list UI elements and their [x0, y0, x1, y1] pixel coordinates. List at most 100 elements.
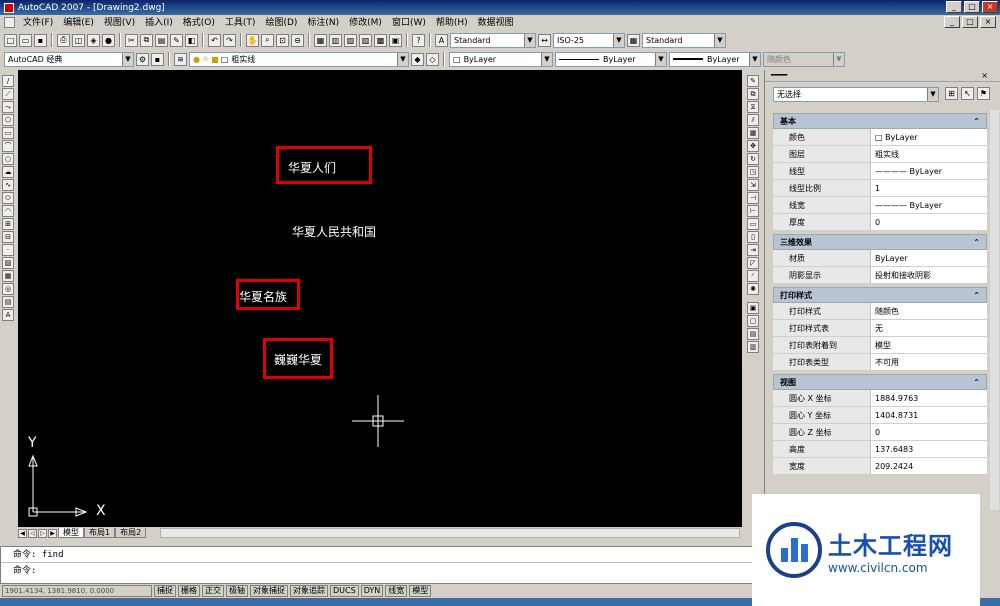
circle-icon[interactable]: ○: [2, 153, 14, 165]
calculator-icon[interactable]: ▣: [389, 33, 402, 47]
menu-window[interactable]: 窗口(W): [387, 16, 431, 30]
zoom-previous-icon[interactable]: ⊖: [291, 33, 304, 47]
table-style-select[interactable]: Standard ▼: [642, 32, 726, 48]
drawing-canvas[interactable]: 华夏人们 华夏人民共和国 华夏名族 巍巍华夏 Y X: [18, 70, 742, 528]
line-icon[interactable]: /: [2, 75, 14, 87]
property-row[interactable]: 打印表类型 不可用: [773, 354, 987, 371]
property-value[interactable]: □ ByLayer: [871, 129, 987, 145]
region-icon[interactable]: ◎: [2, 283, 14, 295]
selection-select[interactable]: 无选择 ▼: [773, 87, 939, 102]
workspace-settings-icon[interactable]: ⚙: [136, 52, 149, 66]
help-icon[interactable]: ?: [412, 33, 425, 47]
menu-edit[interactable]: 编辑(E): [58, 16, 99, 30]
canvas-text-2[interactable]: 华夏人民共和国: [292, 223, 376, 240]
property-row[interactable]: 颜色 □ ByLayer: [773, 129, 987, 146]
redo-icon[interactable]: ↷: [223, 33, 236, 47]
snap-toggle[interactable]: 捕捉: [154, 585, 176, 597]
tab-layout2[interactable]: 布局2: [115, 528, 147, 538]
print-icon[interactable]: ⎙: [57, 33, 70, 47]
property-section[interactable]: 视图 ⌃: [773, 374, 987, 390]
property-row[interactable]: 线型比例 1: [773, 180, 987, 197]
array-icon[interactable]: ▦: [747, 127, 759, 139]
break-icon[interactable]: ▯: [747, 231, 759, 243]
copy-icon[interactable]: ⧉: [140, 33, 153, 47]
chevron-down-icon[interactable]: ▼: [749, 52, 760, 66]
property-value[interactable]: 不可用: [871, 354, 987, 370]
property-row[interactable]: 线型 ———— ByLayer: [773, 163, 987, 180]
copy-object-icon[interactable]: ⧉: [747, 88, 759, 100]
chevron-down-icon[interactable]: ▼: [122, 52, 133, 66]
tab-next-icon[interactable]: ▷: [38, 528, 47, 538]
properties-icon[interactable]: ▦: [314, 33, 327, 47]
property-value[interactable]: ByLayer: [871, 250, 987, 266]
grid-toggle[interactable]: 栅格: [178, 585, 200, 597]
text-style-icon[interactable]: A: [435, 33, 448, 47]
paste-icon[interactable]: ▤: [155, 33, 168, 47]
construction-line-icon[interactable]: ⟋: [2, 88, 14, 100]
layer-select[interactable]: ● ☼ ■ □ 粗实线 ▼: [189, 51, 409, 67]
tab-prev-icon[interactable]: ◁: [28, 528, 37, 538]
polyline-icon[interactable]: ⤳: [2, 101, 14, 113]
command-input[interactable]: 命令:: [1, 563, 759, 579]
dim-style-icon[interactable]: ↔: [538, 33, 551, 47]
ellipse-icon[interactable]: ⬭: [2, 192, 14, 204]
property-value[interactable]: 随颜色: [871, 303, 987, 319]
doc-minimize-button[interactable]: _: [944, 16, 960, 28]
minimize-button[interactable]: _: [946, 1, 962, 13]
model-toggle[interactable]: 模型: [409, 585, 432, 597]
select-objects-icon[interactable]: ↖: [961, 87, 974, 100]
tab-layout1[interactable]: 布局1: [84, 528, 116, 538]
collapse-icon[interactable]: ⌃: [973, 288, 980, 304]
menu-tools[interactable]: 工具(T): [220, 16, 261, 30]
move-icon[interactable]: ✥: [747, 140, 759, 152]
menu-view[interactable]: 视图(V): [99, 16, 140, 30]
property-row[interactable]: 图层 粗实线: [773, 146, 987, 163]
property-row[interactable]: 圆心 X 坐标 1884.9763: [773, 390, 987, 407]
document-icon[interactable]: [4, 17, 15, 28]
property-row[interactable]: 宽度 209.2424: [773, 458, 987, 475]
fillet-icon[interactable]: ◜: [747, 270, 759, 282]
preview-icon[interactable]: ◫: [72, 33, 85, 47]
chevron-down-icon[interactable]: ▼: [714, 33, 725, 47]
autocad-app-icon[interactable]: [4, 2, 14, 13]
dim-style-select[interactable]: ISO-25 ▼: [553, 32, 625, 48]
property-value[interactable]: 0: [871, 214, 987, 230]
palette-scrollbar[interactable]: [990, 110, 999, 510]
hatch-icon[interactable]: ▨: [2, 257, 14, 269]
menu-modify[interactable]: 修改(M): [344, 16, 387, 30]
property-value[interactable]: ———— ByLayer: [871, 163, 987, 179]
property-value[interactable]: 1884.9763: [871, 390, 987, 406]
property-row[interactable]: 线宽 ———— ByLayer: [773, 197, 987, 214]
menu-dataview[interactable]: 数据视图: [473, 16, 519, 30]
otrack-toggle[interactable]: 对象追踪: [290, 585, 328, 597]
spline-icon[interactable]: ∿: [2, 179, 14, 191]
trim-icon[interactable]: ⊣: [747, 192, 759, 204]
menu-file[interactable]: 文件(F): [18, 16, 58, 30]
arc-icon[interactable]: ⌒: [2, 140, 14, 152]
close-icon[interactable]: ×: [981, 71, 988, 80]
property-row[interactable]: 阴影显示 投射和接收阴影: [773, 267, 987, 284]
break-point-icon[interactable]: ▭: [747, 218, 759, 230]
markup-icon[interactable]: ▩: [374, 33, 387, 47]
property-value[interactable]: 粗实线: [871, 146, 987, 162]
make-block-icon[interactable]: ⊟: [2, 231, 14, 243]
color-select[interactable]: □ ByLayer ▼: [449, 51, 553, 67]
polar-toggle[interactable]: 极轴: [226, 585, 248, 597]
point-icon[interactable]: ·: [2, 244, 14, 256]
layer-manager-icon[interactable]: ≋: [174, 52, 187, 66]
menu-insert[interactable]: 插入(I): [140, 16, 178, 30]
property-row[interactable]: 圆心 Y 坐标 1404.8731: [773, 407, 987, 424]
property-value[interactable]: 209.2424: [871, 458, 987, 474]
chevron-down-icon[interactable]: ▼: [397, 52, 408, 66]
property-row[interactable]: 厚度 0: [773, 214, 987, 231]
property-row[interactable]: 打印表附着到 模型: [773, 337, 987, 354]
property-row[interactable]: 打印样式 随颜色: [773, 303, 987, 320]
osnap-toggle[interactable]: 对象捕捉: [250, 585, 288, 597]
gradient-icon[interactable]: ▦: [2, 270, 14, 282]
revision-cloud-icon[interactable]: ☁: [2, 166, 14, 178]
chevron-down-icon[interactable]: ▼: [613, 33, 624, 47]
property-value[interactable]: 模型: [871, 337, 987, 353]
rectangle-icon[interactable]: ▭: [2, 127, 14, 139]
offset-icon[interactable]: ⫽: [747, 114, 759, 126]
property-value[interactable]: 1: [871, 180, 987, 196]
